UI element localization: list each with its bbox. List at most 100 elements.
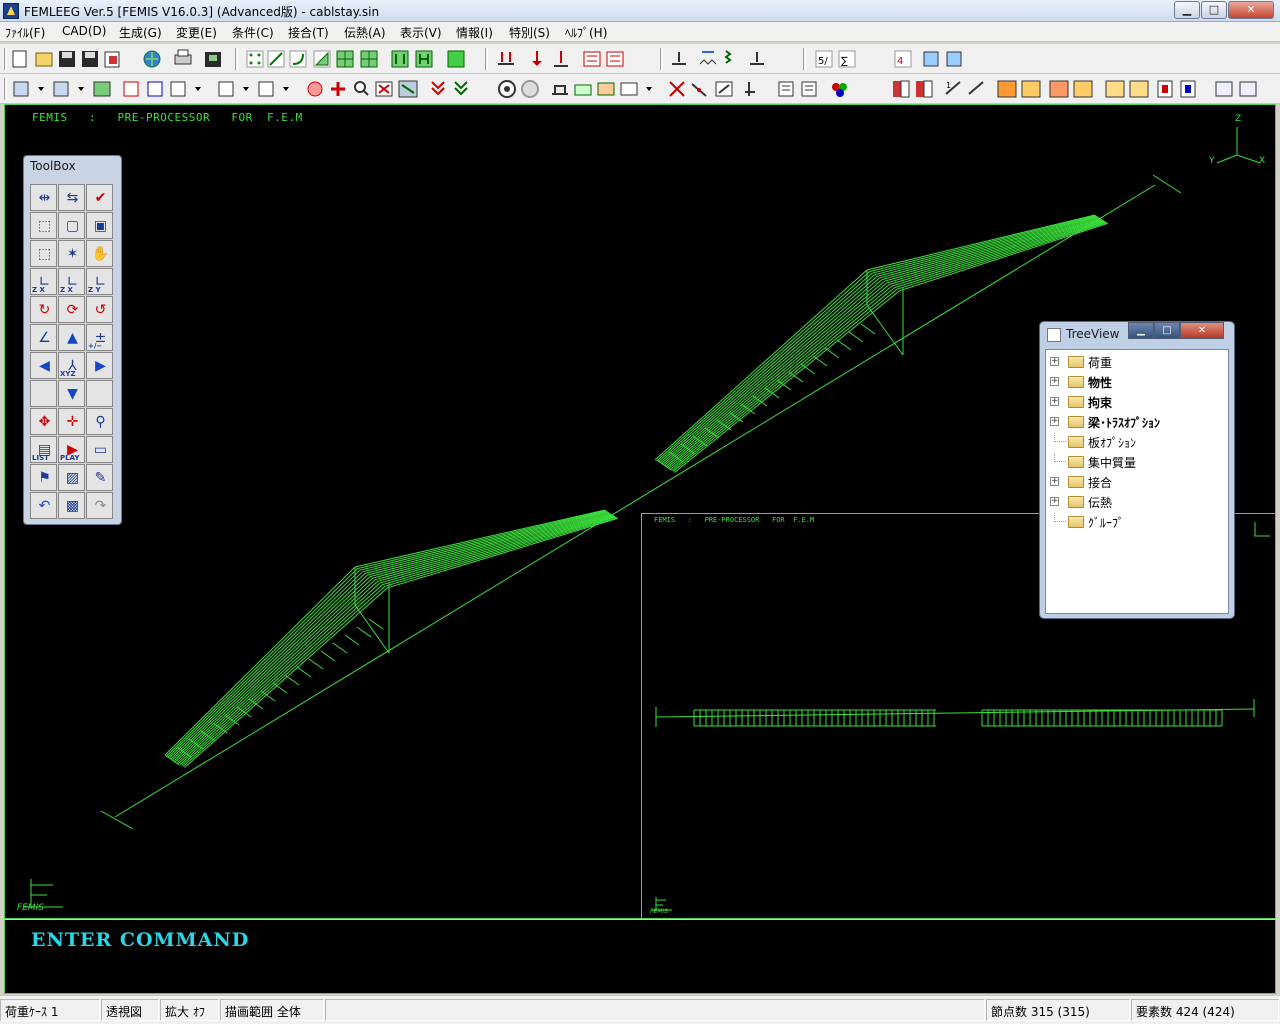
menu-info[interactable]: 情報(I) [456, 24, 493, 41]
menu-help[interactable]: ﾍﾙﾌﾟ(H) [565, 24, 607, 41]
bridge-2-icon [574, 84, 592, 96]
toolbar2-icons: 1 [13, 80, 1257, 98]
tree-item[interactable]: 板ｵﾌﾟｼｮﾝ [1050, 433, 1226, 451]
tree-connector [1054, 513, 1066, 522]
arrow-right-icon: ▶ [95, 358, 106, 374]
tree-expand-icon[interactable]: + [1050, 357, 1059, 366]
menu-cad[interactable]: CAD(D) [62, 24, 106, 38]
toolbox-move-tool-button[interactable]: ✛ [58, 408, 85, 435]
toolbox-play-button[interactable]: ▶ PLAY [58, 436, 85, 463]
menu-heat[interactable]: 伝熱(A) [344, 24, 386, 41]
cable [874, 216, 1099, 276]
cable [367, 512, 611, 576]
toolbox-arrow-right-button[interactable]: ▶ [86, 352, 113, 379]
tree-item[interactable]: 集中質量 [1050, 453, 1226, 471]
ratio-2-icon [968, 81, 984, 95]
treeview-minimize-button[interactable]: ▁ [1128, 322, 1154, 339]
toolbox-axis-zy-button[interactable]: ∟ Z Y [86, 268, 113, 295]
toolbox-axis-zx-label: Z X [32, 286, 45, 294]
toolbox-title[interactable]: ToolBox [30, 159, 76, 173]
tree-expand-icon[interactable]: + [1050, 497, 1059, 506]
menu-condition[interactable]: 条件(C) [232, 24, 274, 41]
select-blue-icon [147, 81, 163, 97]
distributed-load-icon [583, 51, 601, 67]
treeview-close-button[interactable]: ✕ [1180, 322, 1224, 339]
toolbox-flag-button[interactable]: ⚑ [30, 464, 57, 491]
new-file-icon [12, 50, 27, 68]
toolbox-list-button[interactable]: ▤ LIST [30, 436, 57, 463]
toolbox-check-button[interactable]: ✔ [86, 184, 113, 211]
menu-file[interactable]: ﾌｧｲﾙ(F) [5, 24, 45, 41]
tree-item-label: 梁･ﾄﾗｽｵﾌﾟｼｮﾝ [1088, 416, 1161, 430]
toolbox-list-label: LIST [32, 454, 49, 462]
toolbox-view-rotate-button[interactable]: ✶ [58, 240, 85, 267]
menu-view[interactable]: 表示(V) [400, 24, 442, 41]
treeview-panel[interactable]: TreeView ▁ □ ✕ + 荷重 + 物性 + 拘束 + 梁･ﾄﾗｽｵﾌﾟｼｮﾝ 板ｵﾌﾟ… [1039, 321, 1235, 619]
toolbox-angle-button[interactable]: ∠ [30, 324, 57, 351]
toolbox-pen-button[interactable]: ✎ [86, 464, 113, 491]
bridge-3-icon [597, 82, 615, 96]
toolbox-rotate-tool-button[interactable]: ✥ [30, 408, 57, 435]
toolbox-axis-zx-2-button[interactable]: ∟ Z X [58, 268, 85, 295]
tree-item[interactable]: + 拘束 [1050, 393, 1226, 411]
arrow-down-icon: ▼ [67, 386, 78, 402]
tree-expand-icon[interactable]: + [1050, 377, 1059, 386]
maximize-button[interactable]: □ [1201, 1, 1227, 19]
toolbox-arrow-up-button[interactable]: ▲ [58, 324, 85, 351]
tree-item[interactable]: ｸﾞﾙｰﾌﾟ [1050, 513, 1226, 531]
tree-item[interactable]: + 物性 [1050, 373, 1226, 391]
command-line[interactable]: ENTER COMMAND [4, 920, 1276, 994]
toolbox-hatch-button[interactable]: ▨ [58, 464, 85, 491]
tree-expand-icon[interactable]: + [1050, 397, 1059, 406]
menu-modify[interactable]: 変更(E) [176, 24, 217, 41]
tree-item[interactable]: + 荷重 [1050, 353, 1226, 371]
circle-a-icon [498, 80, 516, 98]
color-icon: ▩ [65, 498, 80, 514]
menu-special[interactable]: 特別(S) [509, 24, 550, 41]
view-iso-icon: ⬚ [37, 218, 52, 234]
toolbox-zoom-tool-button[interactable]: ⚲ [86, 408, 113, 435]
eraser-icon: ▭ [93, 442, 108, 458]
arrow-left-icon: ◀ [39, 358, 50, 374]
toolbox-plus-minus-button[interactable]: ± +/− [86, 324, 113, 351]
toolbox-swap-button[interactable]: ⇆ [58, 184, 85, 211]
menu-joint[interactable]: 接合(T) [288, 24, 329, 41]
cable [671, 287, 895, 471]
menu-generate[interactable]: 生成(G) [119, 24, 162, 41]
tree-expand-icon[interactable]: + [1050, 417, 1059, 426]
deck-segment [272, 682, 288, 694]
treeview-app-icon [1047, 328, 1061, 342]
close-button[interactable]: ✕ [1228, 1, 1274, 19]
toolbox-view-shade-button[interactable]: ▣ [86, 212, 113, 239]
toolbox-xyz-label: XYZ [60, 370, 76, 378]
treeview-title[interactable]: TreeView [1066, 327, 1119, 341]
toolbar-separator [485, 48, 488, 70]
tree-item[interactable]: + 梁･ﾄﾗｽｵﾌﾟｼｮﾝ [1050, 413, 1226, 431]
toolbox-rotate-y-button[interactable]: ↺ [86, 296, 113, 323]
tree-expand-icon[interactable]: + [1050, 477, 1059, 486]
tree-item[interactable]: + 接合 [1050, 473, 1226, 491]
toolbox-xyz-button[interactable]: ⅄ XYZ [58, 352, 85, 379]
toolbox-panel[interactable]: ToolBox ⇹ ⇆ ✔ ⬚ ▢ ▣ ⬚ ✶ ✋ ∟ Z X ∟ Z X ∟ Z Y ↻ ⟳ ↺ ∠ ▲ ± +/− ◀ ⅄… [23, 155, 122, 525]
toolbox-rotate-z-button[interactable]: ⟳ [58, 296, 85, 323]
toolbox-color-button[interactable]: ▩ [58, 492, 85, 519]
toolbox-arrow-left-button[interactable]: ◀ [30, 352, 57, 379]
toolbox-view-hand-button[interactable]: ✋ [86, 240, 113, 267]
toolbox-arrow-down-button[interactable]: ▼ [58, 380, 85, 407]
minimize-button[interactable]: ▁ [1174, 1, 1200, 19]
toolbox-view-front-button[interactable]: ▢ [58, 212, 85, 239]
toolbox-redo-button[interactable]: ↷ [86, 492, 113, 519]
toolbox-rotate-x-button[interactable]: ↻ [30, 296, 57, 323]
toolbox-axis-zx-button[interactable]: ∟ Z X [30, 268, 57, 295]
folder-icon [1068, 356, 1084, 368]
mirror-icon: ⇹ [38, 190, 51, 206]
toolbox-view-iso-button[interactable]: ⬚ [30, 212, 57, 239]
toolbox-eraser-button[interactable]: ▭ [86, 436, 113, 463]
toolbox-undo-button[interactable]: ↶ [30, 492, 57, 519]
blank-icon [87, 381, 114, 408]
tree-item[interactable]: + 伝熱 [1050, 493, 1226, 511]
treeview-maximize-button[interactable]: □ [1154, 322, 1180, 339]
toolbox-view-box-button[interactable]: ⬚ [30, 240, 57, 267]
toolbox-mirror-button[interactable]: ⇹ [30, 184, 57, 211]
deck-segment [788, 371, 804, 383]
